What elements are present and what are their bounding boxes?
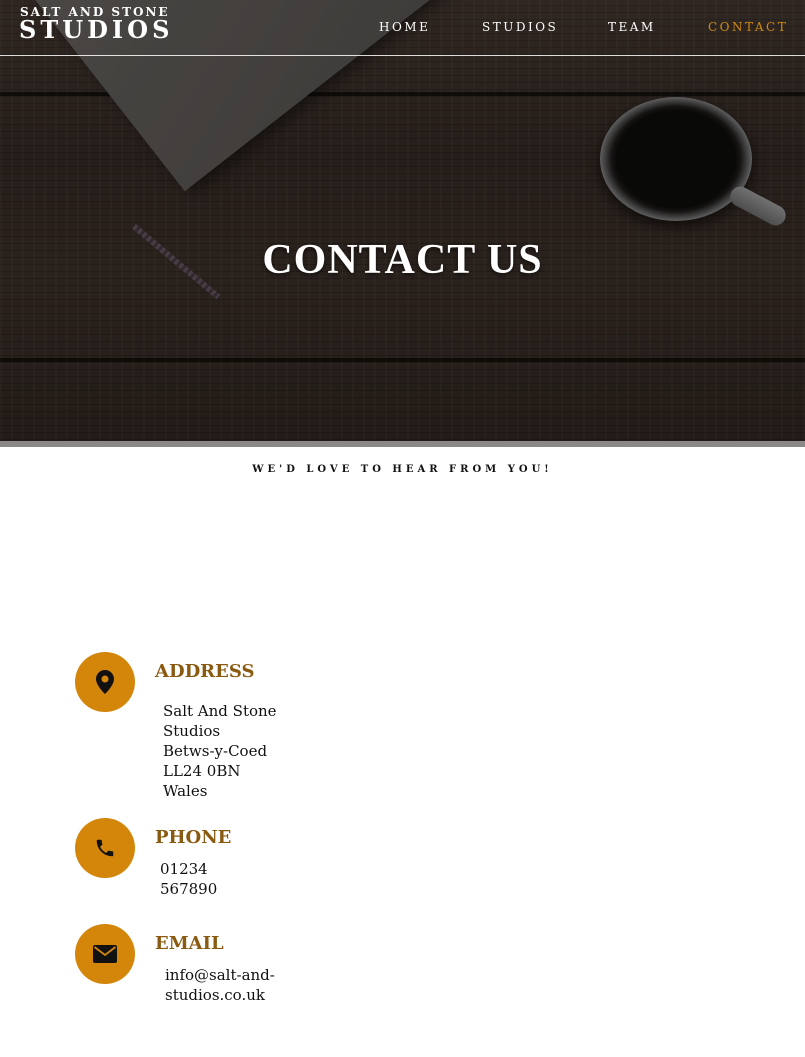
phone-heading: PHONE [155,827,232,848]
address-line: Studios [163,722,221,740]
email-line[interactable]: info@salt-and- [165,965,275,985]
address-line: Betws-y-Coed [163,742,268,760]
phone-line[interactable]: 01234 [160,859,217,879]
address-lines: Salt And Stone Studios Betws-y-Coed LL24… [163,701,277,801]
brand-name-main: STUDIOS [19,15,174,44]
map-marker-icon [96,670,114,694]
hero-bottom-strip [0,441,805,447]
envelope-icon [93,945,117,963]
tagline: WE'D LOVE TO HEAR FROM YOU! [252,464,553,475]
phone-icon [94,837,116,859]
nav-contact-link[interactable]: CONTACT [708,20,788,34]
email-heading: EMAIL [155,933,224,954]
address-heading: ADDRESS [155,661,255,682]
page-title: CONTACT US [262,237,543,283]
phone-line[interactable]: 567890 [160,879,217,899]
email-lines[interactable]: info@salt-and- studios.co.uk [165,965,275,1005]
phone-icon-badge [75,818,135,878]
nav-studios-link[interactable]: STUDIOS [482,20,558,34]
address-line: Salt And Stone [163,702,277,720]
email-icon-badge [75,924,135,984]
nav-team-link[interactable]: TEAM [608,20,656,34]
hero-banner: CONTACT US [0,0,805,447]
hero-overlay [0,0,805,447]
address-line: LL24 0BN [163,762,241,780]
address-icon-badge [75,652,135,712]
phone-lines: 01234 567890 [160,859,217,899]
nav-home-link[interactable]: HOME [379,20,430,34]
address-line: Wales [163,782,208,800]
email-line[interactable]: studios.co.uk [165,985,275,1005]
top-navigation: SALT AND STONE STUDIOS HOME STUDIOS TEAM… [0,0,805,56]
